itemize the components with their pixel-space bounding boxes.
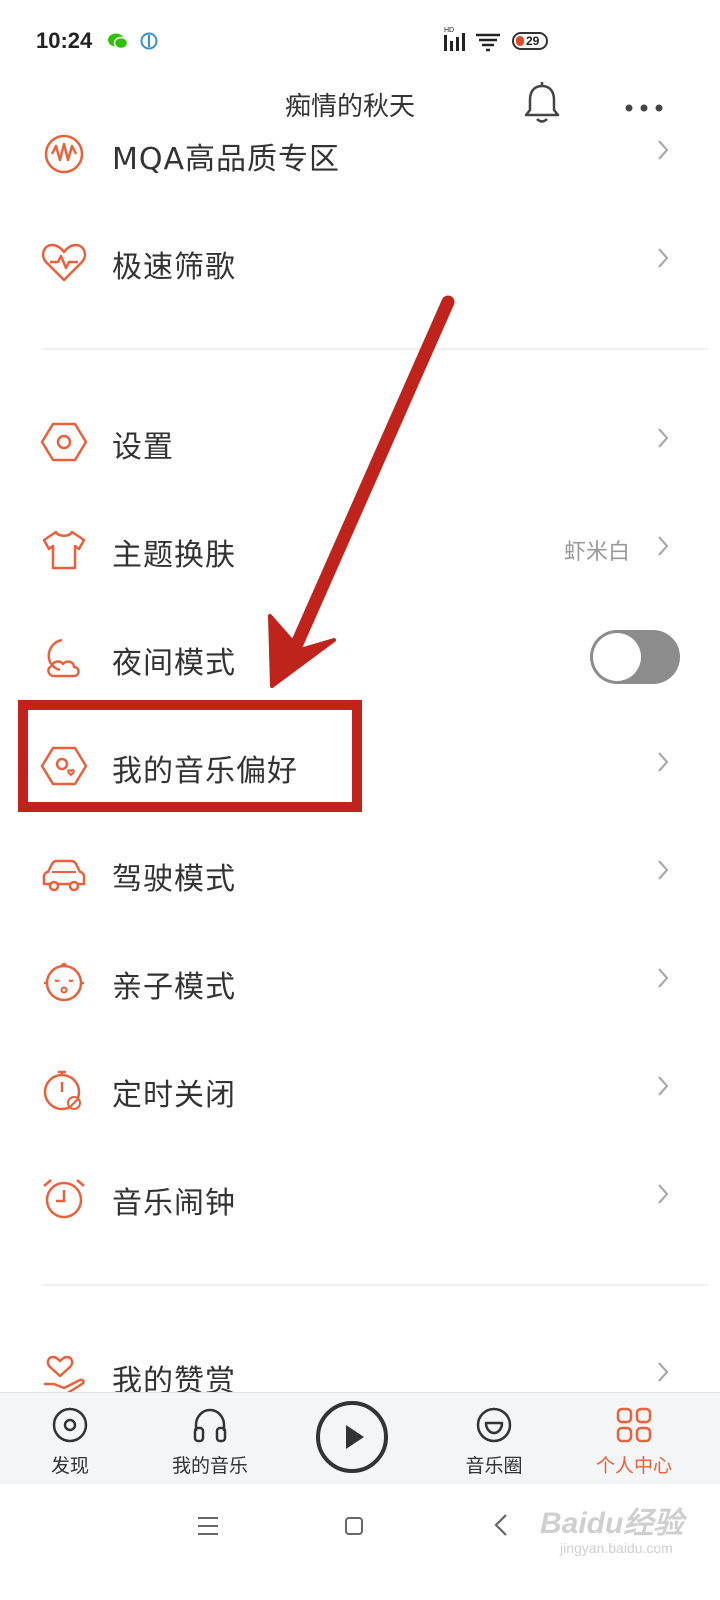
nav-my-music[interactable]: 我的音乐	[150, 1393, 270, 1485]
list-item-label: 驾驶模式	[112, 862, 236, 897]
watermark-url: jingyan.baidu.com	[560, 1540, 673, 1556]
list-item-night-mode: 夜间模式	[0, 602, 720, 710]
list-item-settings[interactable]: 设置	[0, 386, 720, 494]
nav-label: 发现	[50, 1455, 89, 1477]
grid-icon	[614, 1405, 654, 1449]
list-item-label: MQA高品质专区	[112, 142, 341, 177]
page-title: 痴情的秋天	[284, 92, 415, 122]
chevron-right-icon	[656, 750, 670, 778]
system-nav-bar: Baidu经验 jingyan.baidu.com	[0, 1484, 720, 1600]
chevron-right-icon	[656, 1360, 670, 1388]
home-icon[interactable]	[344, 1516, 364, 1540]
section-divider	[42, 1284, 708, 1286]
list-item-label: 亲子模式	[112, 970, 236, 1005]
nav-personal-center[interactable]: 个人中心	[574, 1393, 694, 1485]
smile-icon	[474, 1405, 514, 1449]
chevron-right-icon	[656, 246, 670, 274]
settings-hexagon-icon	[40, 420, 88, 464]
nav-label: 个人中心	[595, 1455, 672, 1477]
list-item-parent-child-mode[interactable]: 亲子模式	[0, 926, 720, 1034]
nav-discover[interactable]: 发现	[10, 1393, 130, 1485]
chevron-right-icon	[656, 966, 670, 994]
list-item-label: 音乐闹钟	[112, 1186, 236, 1221]
play-icon	[346, 1425, 364, 1449]
chevron-right-icon	[656, 534, 670, 562]
nav-music-circle[interactable]: 音乐圈	[434, 1393, 554, 1485]
disc-icon	[50, 1405, 90, 1449]
list-item-label: 极速筛歌	[112, 250, 236, 285]
list-item-label: 定时关闭	[112, 1078, 236, 1113]
highlight-box	[18, 700, 362, 812]
night-mode-toggle[interactable]	[590, 630, 680, 684]
back-icon[interactable]	[492, 1512, 510, 1542]
bell-icon[interactable]	[522, 80, 562, 130]
list-item-label: 设置	[112, 430, 174, 465]
toggle-knob	[593, 633, 641, 681]
nav-label: 我的音乐	[171, 1455, 248, 1477]
list-item-driving-mode[interactable]: 驾驶模式	[0, 818, 720, 926]
chevron-right-icon	[656, 426, 670, 454]
list-item-label: 主题换肤	[112, 538, 236, 573]
list-item-timer-off[interactable]: 定时关闭	[0, 1034, 720, 1142]
list-item-quick-filter[interactable]: 极速筛歌	[0, 206, 720, 314]
chevron-right-icon	[656, 1074, 670, 1102]
headphones-icon	[190, 1405, 230, 1449]
mqa-icon	[40, 132, 88, 176]
tshirt-icon	[40, 528, 88, 572]
list-item-label: 夜间模式	[112, 646, 236, 681]
list-item-music-alarm[interactable]: 音乐闹钟	[0, 1142, 720, 1250]
watermark-logo: Baidu经验	[540, 1507, 684, 1540]
chevron-right-icon	[656, 858, 670, 886]
chevron-right-icon	[656, 138, 670, 166]
nav-label: 音乐圈	[465, 1455, 523, 1477]
header: 痴情的秋天	[0, 72, 720, 134]
bottom-nav: 发现 我的音乐 音乐圈 个人中心	[0, 1392, 720, 1484]
section-divider	[42, 348, 708, 350]
list-item-theme[interactable]: 主题换肤 虾米白	[0, 494, 720, 602]
car-icon	[40, 852, 88, 896]
play-button[interactable]	[316, 1401, 388, 1473]
baby-face-icon	[40, 960, 88, 1004]
alarm-clock-icon	[40, 1176, 88, 1220]
theme-value: 虾米白	[564, 540, 631, 565]
chevron-right-icon	[656, 1182, 670, 1210]
menu-icon[interactable]	[196, 1514, 220, 1542]
moon-cloud-icon	[40, 636, 88, 680]
heartbeat-icon	[40, 240, 88, 284]
more-icon[interactable]	[624, 98, 664, 117]
timer-icon	[40, 1068, 88, 1112]
